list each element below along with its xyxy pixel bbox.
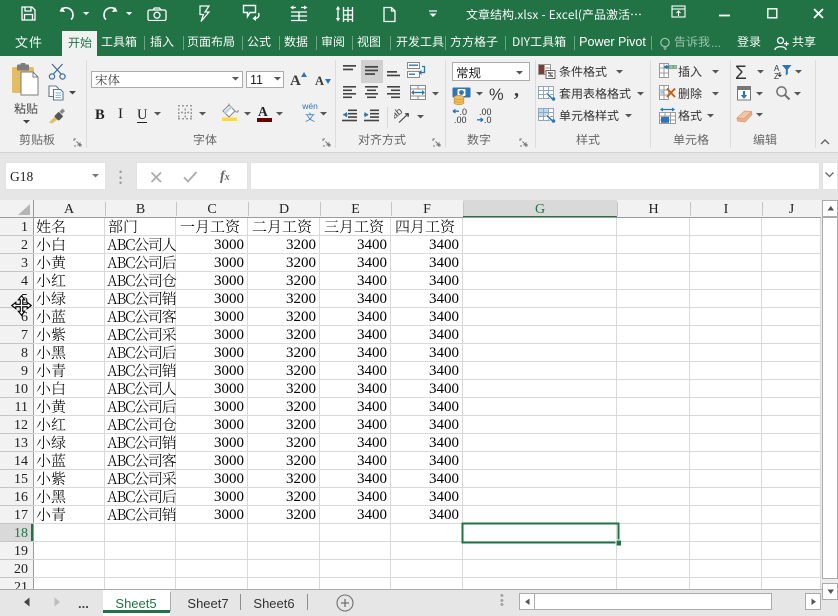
svg-text:ab: ab [394,107,405,122]
svg-text:.00: .00 [454,115,467,123]
svg-text:.0: .0 [484,115,492,123]
